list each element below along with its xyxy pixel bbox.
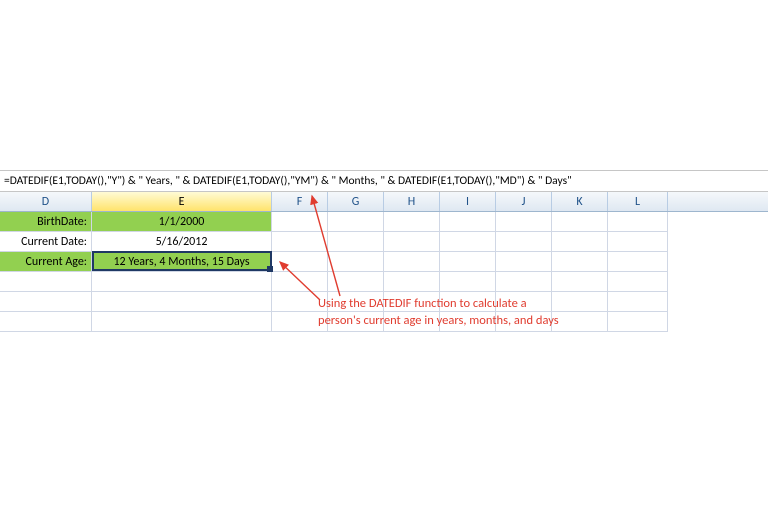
col-header-D[interactable]: D — [0, 192, 92, 211]
cell-E3[interactable]: 12 Years, 4 Months, 15 Days — [92, 252, 272, 272]
col-header-K[interactable]: K — [552, 192, 608, 211]
cell-I4[interactable] — [440, 272, 496, 292]
row-4 — [0, 272, 768, 292]
cell-K2[interactable] — [552, 232, 608, 252]
cell-L6[interactable] — [608, 312, 668, 332]
col-header-H[interactable]: H — [384, 192, 440, 211]
cell-I2[interactable] — [440, 232, 496, 252]
cell-F4[interactable] — [272, 272, 328, 292]
cell-G2[interactable] — [328, 232, 384, 252]
cell-J1[interactable] — [496, 212, 552, 232]
formula-bar[interactable]: =DATEDIF(E1,TODAY(),"Y") & " Years, " & … — [0, 170, 768, 192]
column-headers-row: D E F G H I J K L — [0, 192, 768, 212]
cell-F3[interactable] — [272, 252, 328, 272]
cell-K4[interactable] — [552, 272, 608, 292]
cell-K5[interactable] — [552, 292, 608, 312]
cell-H1[interactable] — [384, 212, 440, 232]
cell-I1[interactable] — [440, 212, 496, 232]
cell-D3[interactable]: Current Age: — [0, 252, 92, 272]
cell-G4[interactable] — [328, 272, 384, 292]
col-header-I[interactable]: I — [440, 192, 496, 211]
row-2: Current Date: 5/16/2012 — [0, 232, 768, 252]
cell-E4[interactable] — [92, 272, 272, 292]
cell-E3-value: 12 Years, 4 Months, 15 Days — [113, 255, 249, 269]
col-header-F[interactable]: F — [272, 192, 328, 211]
col-header-G[interactable]: G — [328, 192, 384, 211]
annotation-line2: person's current age in years, months, a… — [318, 313, 559, 330]
cell-H3[interactable] — [384, 252, 440, 272]
cell-D5[interactable] — [0, 292, 92, 312]
cell-E6[interactable] — [92, 312, 272, 332]
cell-I3[interactable] — [440, 252, 496, 272]
cell-L2[interactable] — [608, 232, 668, 252]
cell-L5[interactable] — [608, 292, 668, 312]
cell-J2[interactable] — [496, 232, 552, 252]
cell-L3[interactable] — [608, 252, 668, 272]
cell-E5[interactable] — [92, 292, 272, 312]
blank-area-top — [0, 0, 768, 170]
cell-D6[interactable] — [0, 312, 92, 332]
col-header-L[interactable]: L — [608, 192, 668, 211]
cell-K1[interactable] — [552, 212, 608, 232]
col-header-J[interactable]: J — [496, 192, 552, 211]
cell-L1[interactable] — [608, 212, 668, 232]
cell-D2[interactable]: Current Date: — [0, 232, 92, 252]
cell-L4[interactable] — [608, 272, 668, 292]
cell-D1[interactable]: BirthDate: — [0, 212, 92, 232]
cell-E1[interactable]: 1/1/2000 — [92, 212, 272, 232]
cell-F1[interactable] — [272, 212, 328, 232]
cell-K6[interactable] — [552, 312, 608, 332]
cell-G3[interactable] — [328, 252, 384, 272]
cell-D4[interactable] — [0, 272, 92, 292]
cell-K3[interactable] — [552, 252, 608, 272]
cell-E2[interactable]: 5/16/2012 — [92, 232, 272, 252]
formula-bar-content: =DATEDIF(E1,TODAY(),"Y") & " Years, " & … — [4, 174, 572, 188]
cell-G1[interactable] — [328, 212, 384, 232]
cell-H4[interactable] — [384, 272, 440, 292]
row-3: Current Age: 12 Years, 4 Months, 15 Days — [0, 252, 768, 272]
annotation-callout: Using the DATEDIF function to calculate … — [318, 296, 559, 330]
cell-H2[interactable] — [384, 232, 440, 252]
cell-J3[interactable] — [496, 252, 552, 272]
cell-F2[interactable] — [272, 232, 328, 252]
annotation-line1: Using the DATEDIF function to calculate … — [318, 296, 559, 313]
col-header-E[interactable]: E — [92, 192, 272, 211]
cell-J4[interactable] — [496, 272, 552, 292]
row-1: BirthDate: 1/1/2000 — [0, 212, 768, 232]
